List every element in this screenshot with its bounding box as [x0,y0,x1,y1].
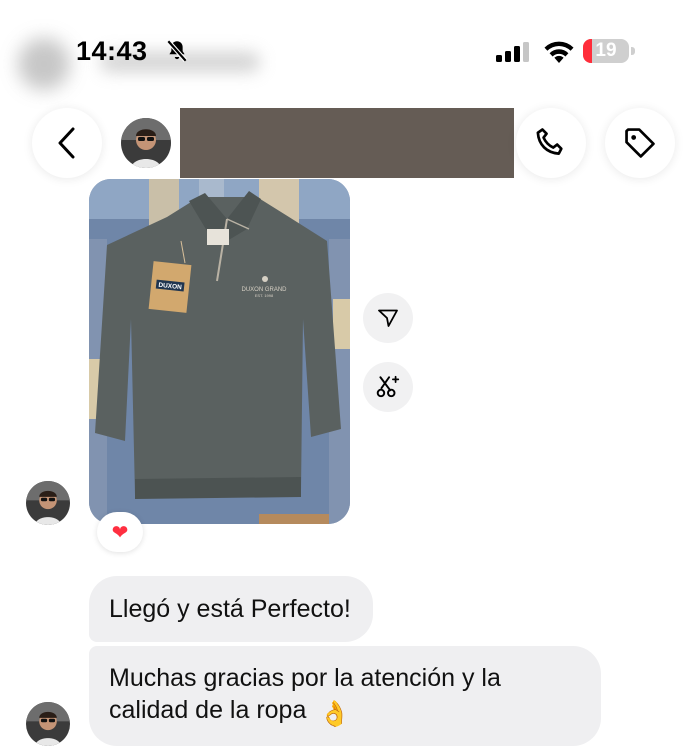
heart-reaction[interactable]: ❤ [97,512,143,552]
sender-avatar[interactable] [26,481,70,525]
battery-level: 19 [595,40,617,61]
message-bubble[interactable]: Muchas gracias por la atención y la cali… [89,646,601,746]
share-button[interactable] [363,293,413,343]
tag-icon [625,128,655,158]
remix-button[interactable] [363,362,413,412]
heart-icon: ❤ [111,521,129,544]
contact-name-redacted[interactable] [180,108,514,178]
battery-icon: 19 [583,39,637,63]
back-button[interactable] [32,108,102,178]
phone-icon [536,128,563,155]
remix-icon [376,375,400,398]
message-text: Llegó y está Perfecto! [109,595,351,623]
sender-avatar[interactable] [26,702,70,746]
message-text: Muchas gracias por la atención y la cali… [109,664,501,724]
svg-text:EST. 1998: EST. 1998 [255,293,274,298]
cellular-signal-icon [496,42,529,62]
ok-hand-emoji: 👌 [319,700,351,728]
blurred-background [18,38,70,90]
tag-button[interactable] [605,108,675,178]
call-button[interactable] [516,108,586,178]
message-bubble[interactable]: Llegó y está Perfecto! [89,576,373,642]
chevron-left-icon [58,127,75,159]
bell-slash-icon [166,39,188,63]
status-time: 14:43 [76,36,148,66]
wifi-icon [544,41,574,63]
contact-avatar[interactable] [121,118,171,168]
shared-photo-sweater[interactable]: DUXON GRAND EST. 1998 DUXON [89,179,350,524]
share-icon [378,309,398,327]
